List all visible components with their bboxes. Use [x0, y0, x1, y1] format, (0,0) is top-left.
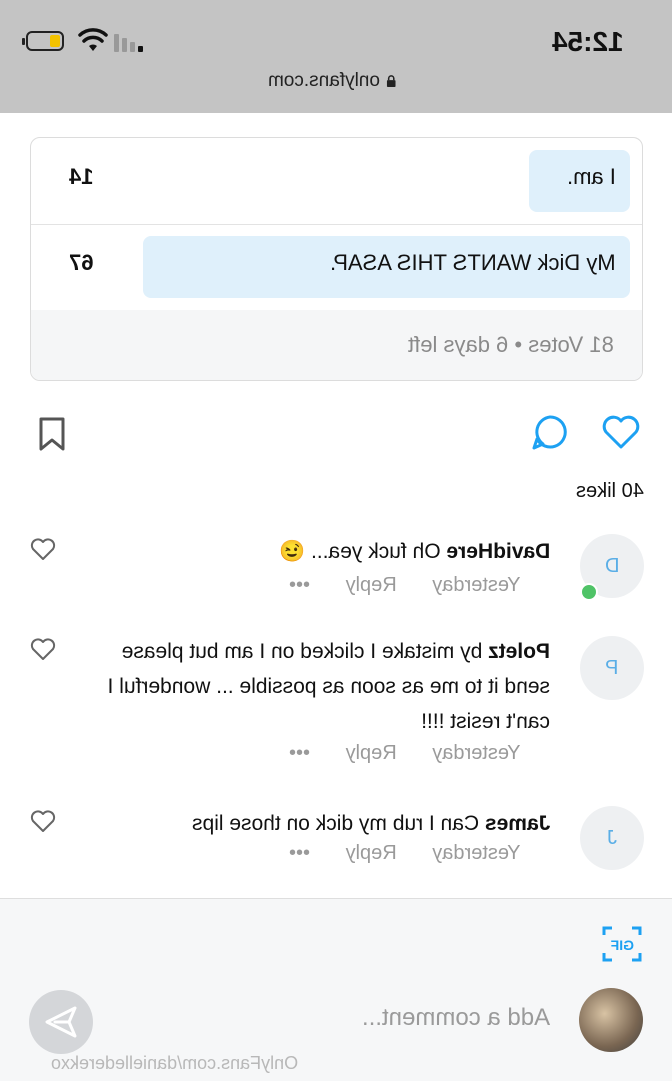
comment-author[interactable]: Poletz: [488, 640, 550, 663]
comment-like-icon[interactable]: [30, 638, 56, 662]
address-bar[interactable]: onlyfans.com: [0, 70, 672, 92]
more-button[interactable]: •••: [289, 842, 310, 864]
comment-text: DavidHere Oh fuck yea... 😉: [278, 540, 550, 563]
likes-count: 40 likes: [576, 480, 644, 502]
comment-item: J James Can I rub my dick on those lips …: [0, 806, 672, 886]
watermark: OnlyFans.com/daniellederekxo: [50, 1053, 298, 1073]
url-text: onlyfans.com: [268, 70, 381, 91]
comment-like-icon[interactable]: [30, 810, 56, 834]
comment-time: Yesterday: [431, 842, 520, 864]
online-indicator: [580, 583, 598, 601]
wifi-icon: [78, 28, 108, 51]
poll-option-label: My Dick WANTS THIS ASAP.: [330, 250, 616, 275]
comment-input[interactable]: Add a comment...: [362, 1004, 550, 1032]
comment-item: D DavidHere Oh fuck yea... 😉 Yesterday R…: [0, 534, 672, 614]
comment-author[interactable]: James: [485, 812, 550, 835]
poll-footer: 81 Votes • 6 days left: [31, 310, 642, 380]
user-avatar[interactable]: [579, 988, 643, 1052]
comment-author[interactable]: DavidHere: [446, 540, 550, 563]
battery-icon: [22, 31, 64, 51]
comment-composer: GIF Add a comment... OnlyFans.com/daniel…: [0, 898, 672, 1081]
poll-option-percent: 67: [69, 250, 94, 275]
post-actions: [0, 412, 672, 456]
reply-button[interactable]: Reply: [345, 574, 396, 596]
comment-text: Poletz by mistake I clicked on I am but …: [107, 640, 550, 733]
comment-meta: Yesterday Reply •••: [259, 742, 551, 765]
comment-time: Yesterday: [431, 742, 520, 764]
send-icon: [45, 1006, 77, 1038]
like-icon[interactable]: [602, 414, 640, 450]
reply-button[interactable]: Reply: [345, 842, 396, 864]
comment-meta: Yesterday Reply •••: [259, 842, 551, 865]
status-bar: 12:54 onlyfans.com: [0, 0, 672, 113]
comment-text: James Can I rub my dick on those lips: [191, 812, 550, 835]
lock-icon: [387, 75, 396, 87]
avatar[interactable]: J: [580, 806, 644, 870]
more-button[interactable]: •••: [289, 742, 310, 764]
votes-count: 81 Votes • 6 days left: [408, 332, 614, 357]
reply-button[interactable]: Reply: [345, 742, 396, 764]
status-icons: [22, 28, 150, 56]
comment-time: Yesterday: [431, 574, 520, 596]
signal-icon: [114, 34, 143, 52]
svg-text:GIF: GIF: [610, 937, 634, 953]
poll-option-label: I am.: [567, 164, 616, 189]
poll-option[interactable]: My Dick WANTS THIS ASAP. 67: [31, 224, 642, 311]
comment-like-icon[interactable]: [30, 538, 56, 562]
gif-icon[interactable]: GIF: [602, 925, 642, 963]
clock: 12:54: [552, 26, 624, 57]
comment-item: P Poletz by mistake I clicked on I am bu…: [0, 634, 672, 784]
avatar[interactable]: P: [580, 636, 644, 700]
poll-option[interactable]: I am. 14: [31, 138, 642, 225]
poll: I am. 14 My Dick WANTS THIS ASAP. 67 81 …: [30, 137, 643, 381]
poll-option-percent: 14: [69, 164, 94, 189]
comment-icon[interactable]: [532, 414, 568, 452]
more-button[interactable]: •••: [289, 574, 310, 596]
bookmark-icon[interactable]: [38, 416, 66, 452]
comment-meta: Yesterday Reply •••: [259, 574, 551, 597]
send-button[interactable]: [29, 990, 93, 1054]
emoji: 😉: [278, 540, 305, 563]
